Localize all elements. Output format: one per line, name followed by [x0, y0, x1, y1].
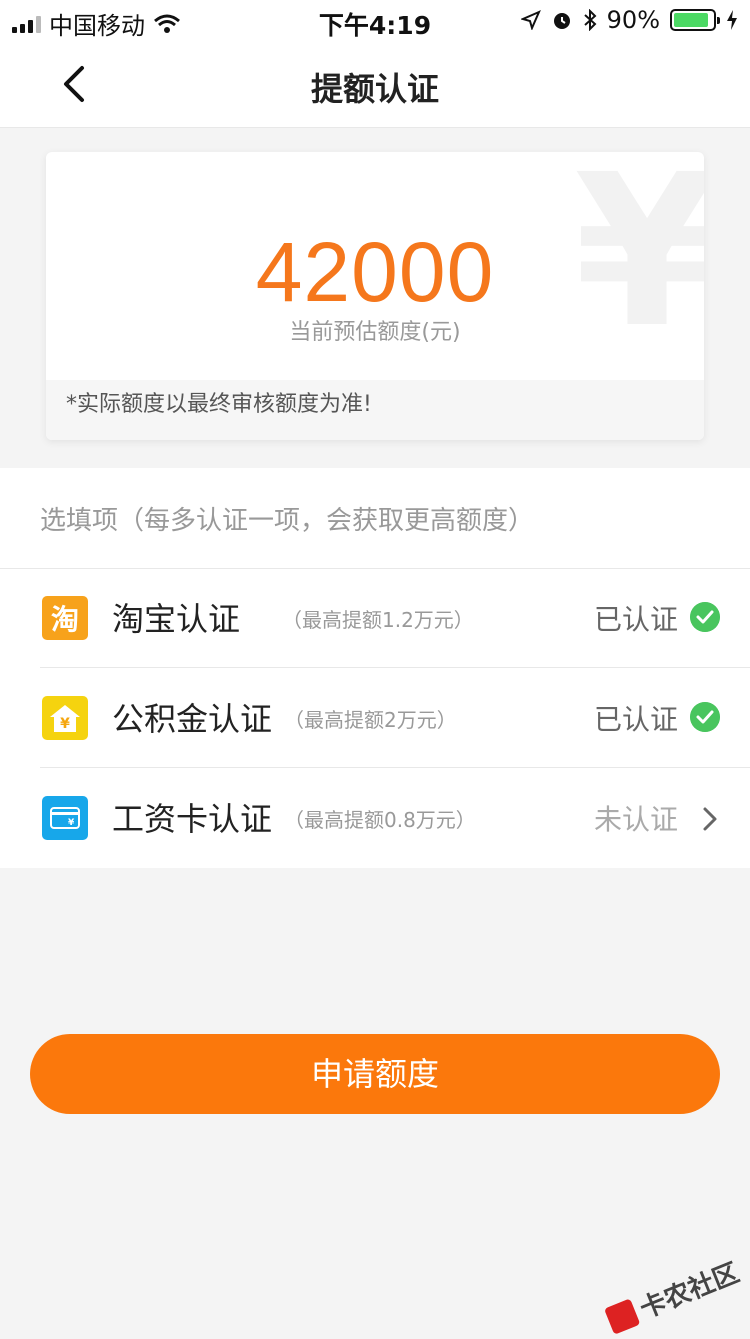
cert-status: 未认证: [594, 798, 678, 838]
page-title: 提额认证: [0, 64, 750, 110]
battery-icon: [670, 9, 716, 31]
salary-card-icon: ¥: [42, 796, 88, 840]
cert-row-taobao[interactable]: 淘 淘宝认证 （最高提额1.2万元） 已认证: [0, 568, 750, 668]
watermark-text: 卡农社区: [634, 1252, 744, 1325]
chevron-right-icon[interactable]: [700, 804, 720, 834]
location-icon: [521, 10, 541, 30]
section-header: 选填项（每多认证一项，会获取更高额度）: [40, 500, 534, 537]
cert-limit: （最高提额1.2万元）: [282, 604, 474, 633]
cert-name: 公积金认证: [112, 694, 272, 740]
bluetooth-icon: [583, 9, 597, 31]
cert-status: 已认证: [594, 598, 678, 638]
taobao-icon: 淘: [42, 596, 88, 640]
cert-row-salary-card[interactable]: ¥ 工资卡认证 （最高提额0.8万元） 未认证: [0, 768, 750, 868]
alarm-icon: [551, 9, 573, 31]
quota-amount: 42000: [46, 224, 704, 321]
quota-note: *实际额度以最终审核额度为准!: [46, 380, 704, 440]
apply-quota-button[interactable]: 申请额度: [30, 1034, 720, 1114]
battery-percent: 90%: [607, 6, 660, 34]
check-circle-icon: [690, 602, 720, 632]
watermark-logo: 卡农社区: [602, 1252, 744, 1338]
kanong-logo-icon: [604, 1298, 640, 1334]
cert-name: 工资卡认证: [112, 794, 272, 840]
cert-limit: （最高提额2万元）: [284, 704, 457, 733]
cert-limit: （最高提额0.8万元）: [284, 804, 476, 833]
cert-name: 淘宝认证: [112, 594, 240, 640]
svg-text:¥: ¥: [60, 716, 70, 732]
optional-section: 选填项（每多认证一项，会获取更高额度） 淘 淘宝认证 （最高提额1.2万元） 已…: [0, 468, 750, 868]
status-bar: 中国移动 下午4:19 90%: [0, 0, 750, 40]
nav-bar: 提额认证: [0, 40, 750, 128]
quota-card: ¥ 42000 当前预估额度(元) *实际额度以最终审核额度为准!: [46, 152, 704, 440]
status-right: 90%: [521, 6, 738, 34]
house-fund-icon: ¥: [42, 696, 88, 740]
svg-text:¥: ¥: [68, 818, 75, 828]
charging-icon: [726, 10, 738, 30]
cert-status: 已认证: [594, 698, 678, 738]
check-circle-icon: [690, 702, 720, 732]
cert-row-housing-fund[interactable]: ¥ 公积金认证 （最高提额2万元） 已认证: [0, 668, 750, 768]
quota-label: 当前预估额度(元): [46, 314, 704, 346]
